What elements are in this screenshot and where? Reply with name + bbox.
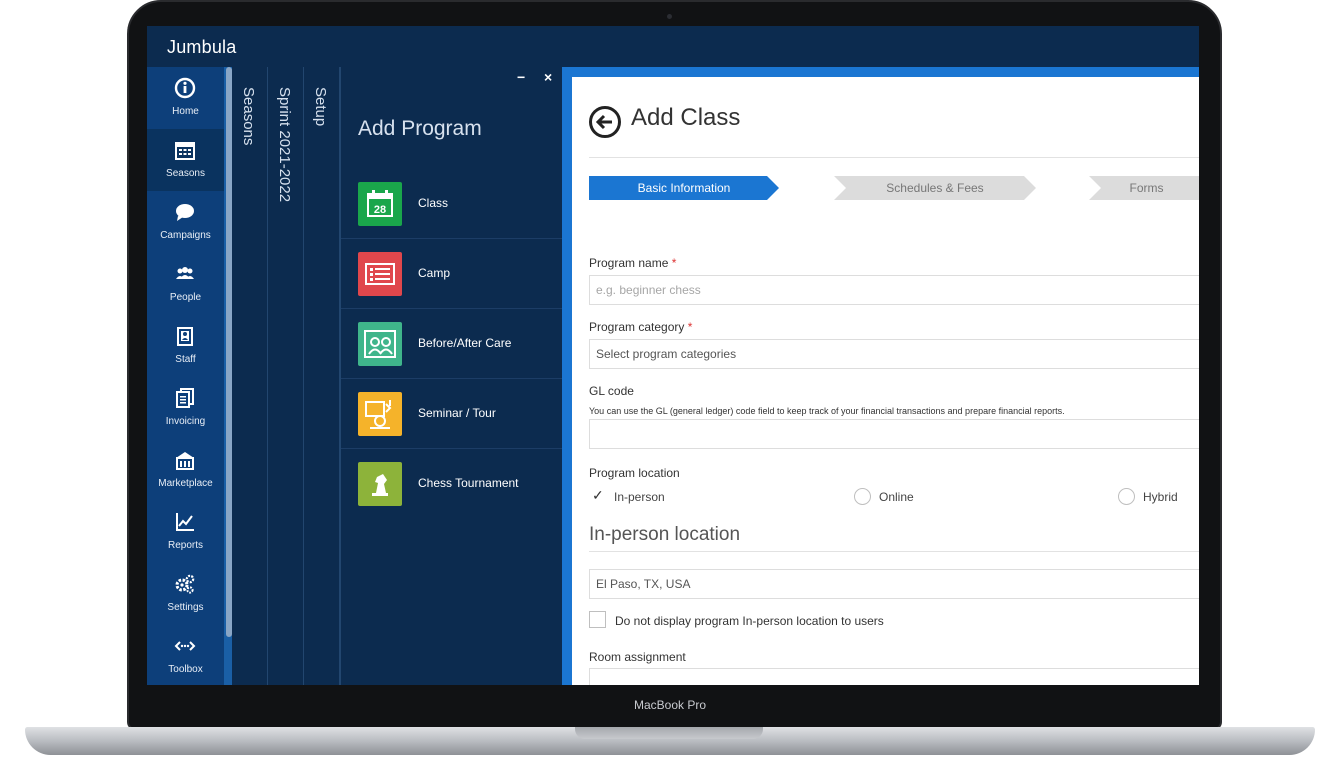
marketplace-icon (176, 452, 194, 470)
screen: Jumbula Home Seasons Campaigns People St… (147, 26, 1199, 685)
radio-label: In-person (614, 490, 665, 504)
gl-code-help: You can use the GL (general ledger) code… (589, 406, 1065, 416)
nav-item-people[interactable]: People (147, 253, 224, 315)
gears-icon (175, 574, 195, 594)
checkmark-icon: ✓ (592, 487, 604, 503)
nav-label: Reports (167, 540, 203, 551)
add-program-panel: − × Add Program 28 Class Camp Before/Aft… (340, 67, 563, 685)
nav-label: Seasons (166, 168, 205, 179)
nav-label: Home (172, 106, 199, 117)
panel-border (562, 67, 572, 685)
device-model-label: MacBook Pro (633, 698, 707, 712)
add-program-title: Add Program (358, 117, 482, 140)
radio-circle (854, 488, 871, 505)
people-icon (176, 267, 194, 279)
chat-bubble-icon (176, 204, 194, 221)
nav-label: Staff (175, 354, 196, 365)
program-name-input[interactable]: e.g. beginner chess (589, 275, 1199, 305)
program-type-class[interactable]: 28 Class (341, 169, 563, 239)
gl-code-input[interactable] (589, 419, 1199, 449)
chart-line-icon (176, 513, 194, 531)
program-type-label: Chess Tournament (418, 476, 519, 490)
program-type-label: Camp (418, 266, 451, 280)
nav-label: Toolbox (168, 664, 203, 675)
info-circle-icon (174, 77, 196, 99)
calendar-28-icon: 28 (358, 182, 402, 226)
program-category-label: Program category * (589, 320, 693, 334)
nav-item-seasons[interactable]: Seasons (147, 129, 224, 191)
nav-item-home[interactable]: Home (147, 67, 224, 129)
brand-logo: Jumbula (167, 37, 237, 57)
invoice-icon (176, 388, 194, 408)
nav-item-settings[interactable]: Settings (147, 563, 224, 625)
radio-label: Hybrid (1143, 490, 1178, 504)
divider (589, 157, 1199, 158)
nav-item-toolbox[interactable]: Toolbox (147, 625, 224, 685)
care-icon (358, 322, 402, 366)
back-arrow-icon[interactable] (589, 106, 621, 138)
nav-label: People (169, 292, 202, 303)
program-type-camp[interactable]: Camp (341, 239, 563, 309)
program-type-label: Before/After Care (418, 336, 512, 350)
hide-location-label: Do not display program In-person locatio… (615, 614, 884, 628)
panel-top-border (562, 67, 1199, 77)
vertical-breadcrumb-tabs: Seasons Sprint 2021-2022 Setup (232, 67, 340, 685)
app-header: Jumbula (147, 26, 1199, 67)
program-name-label: Program name * (589, 256, 677, 270)
nav-label: Marketplace (158, 478, 213, 489)
step-schedules-fees[interactable]: Schedules & Fees (834, 176, 1036, 200)
tab-label: Seasons (240, 87, 257, 146)
camp-list-icon (358, 252, 402, 296)
tab-label: Sprint 2021-2022 (276, 87, 293, 203)
program-type-before-after-care[interactable]: Before/After Care (341, 309, 563, 379)
room-assignment-label: Room assignment (589, 650, 686, 664)
nav-item-campaigns[interactable]: Campaigns (147, 191, 224, 253)
nav-label: Campaigns (160, 230, 211, 241)
tab-label: Setup (312, 87, 329, 127)
gl-code-label: GL code (589, 384, 634, 398)
tab-seasons[interactable]: Seasons (232, 67, 268, 685)
step-forms[interactable]: Forms (1089, 176, 1199, 200)
step-basic-information[interactable]: Basic Information (589, 176, 779, 200)
program-location-label: Program location (589, 466, 680, 480)
radio-label: Online (879, 490, 914, 504)
hide-location-checkbox[interactable] (589, 611, 606, 628)
chess-icon (358, 462, 402, 506)
camera (667, 14, 672, 19)
program-type-label: Seminar / Tour (418, 406, 496, 420)
program-category-select[interactable]: Select program categories (589, 339, 1199, 369)
program-type-seminar-tour[interactable]: Seminar / Tour (341, 379, 563, 449)
room-assignment-input[interactable] (589, 668, 1199, 685)
laptop-notch (575, 727, 763, 739)
required-marker: * (671, 256, 677, 270)
divider (589, 551, 1199, 552)
tab-setup[interactable]: Setup (304, 67, 340, 685)
location-input[interactable]: El Paso, TX, USA (589, 569, 1199, 599)
svg-text:28: 28 (374, 204, 386, 216)
seminar-icon (358, 392, 402, 436)
nav-item-reports[interactable]: Reports (147, 501, 224, 563)
nav-label: Invoicing (165, 416, 206, 427)
program-type-chess-tournament[interactable]: Chess Tournament (341, 449, 563, 519)
nav-item-marketplace[interactable]: Marketplace (147, 439, 224, 501)
program-type-label: Class (418, 196, 449, 210)
calendar-icon (175, 142, 195, 160)
close-button[interactable]: × (544, 69, 552, 85)
toolbox-icon (174, 641, 196, 651)
add-class-form: Add Class Basic Information Schedules & … (572, 77, 1199, 685)
tab-sprint-2021-2022[interactable]: Sprint 2021-2022 (268, 67, 304, 685)
nav-label: Settings (167, 602, 204, 613)
nav-item-invoicing[interactable]: Invoicing (147, 377, 224, 439)
left-navigation: Home Seasons Campaigns People Staff Invo… (147, 67, 224, 685)
required-marker: * (687, 320, 693, 334)
radio-circle (1118, 488, 1135, 505)
nav-item-staff[interactable]: Staff (147, 315, 224, 377)
staff-badge-icon (177, 327, 193, 346)
minimize-button[interactable]: − (517, 69, 525, 85)
in-person-location-title: In-person location (589, 524, 741, 545)
form-title: Add Class (631, 104, 741, 131)
